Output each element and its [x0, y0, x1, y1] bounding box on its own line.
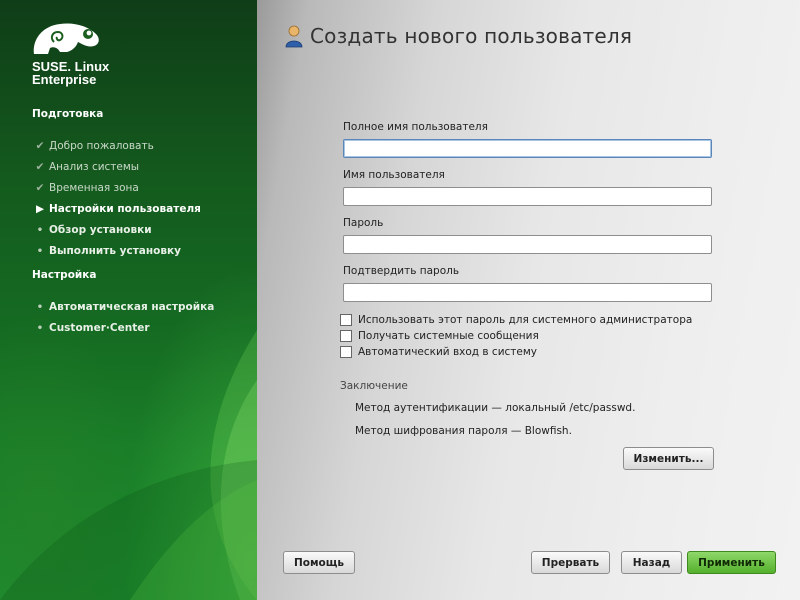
automatic-login-checkbox[interactable]: [340, 346, 352, 358]
bullet-icon: •: [36, 301, 44, 313]
summary-encryption-method: Метод шифрования пароля — Blowfish.: [355, 425, 572, 437]
checkmark-icon: ✔: [35, 140, 45, 152]
suse-chameleon-logo: [30, 18, 102, 61]
change-button[interactable]: Изменить...: [623, 447, 714, 470]
abort-button[interactable]: Прервать: [531, 551, 610, 574]
step-label: Настройки пользователя: [49, 203, 201, 215]
automatic-login-option[interactable]: Автоматический вход в систему: [340, 345, 537, 359]
step-label: Обзор установки: [49, 224, 152, 236]
step-label: Автоматическая настройка: [49, 301, 215, 313]
username-input[interactable]: [343, 187, 712, 206]
use-password-for-admin-checkbox[interactable]: [340, 314, 352, 326]
accept-button[interactable]: Применить: [687, 551, 776, 574]
page-title: Создать нового пользователя: [310, 24, 633, 48]
bullet-icon: •: [36, 224, 44, 236]
step-time-zone: ✔ Временная зона: [32, 180, 139, 196]
password-label: Пароль: [343, 217, 384, 229]
user-icon: [284, 24, 304, 51]
use-password-for-admin-label: Использовать этот пароль для системного …: [358, 314, 693, 326]
bullet-icon: •: [36, 322, 44, 334]
receive-system-mail-label: Получать системные сообщения: [358, 330, 539, 342]
brand-name: SUSE. Linux Enterprise: [32, 60, 109, 86]
automatic-login-label: Автоматический вход в систему: [358, 346, 538, 358]
section-title-configuration: Настройка: [32, 269, 97, 281]
step-label: Временная зона: [49, 182, 139, 194]
section-title-preparation: Подготовка: [32, 108, 104, 120]
step-label: Добро пожаловать: [49, 140, 154, 152]
confirm-password-input[interactable]: [343, 283, 712, 302]
step-installation-overview: • Обзор установки: [32, 222, 152, 238]
username-label: Имя пользователя: [343, 169, 445, 181]
step-perform-installation: • Выполнить установку: [32, 243, 181, 259]
password-input[interactable]: [343, 235, 712, 254]
checkmark-icon: ✔: [35, 161, 45, 173]
help-button[interactable]: Помощь: [283, 551, 355, 574]
bullet-icon: •: [36, 245, 44, 257]
step-welcome: ✔ Добро пожаловать: [32, 138, 154, 154]
receive-system-mail-checkbox[interactable]: [340, 330, 352, 342]
step-automatic-configuration: • Автоматическая настройка: [32, 299, 215, 315]
summary-auth-method: Метод аутентификации — локальный /etc/pa…: [355, 402, 636, 414]
step-customer-center: • Customer·Center: [32, 320, 150, 336]
back-button[interactable]: Назад: [621, 551, 682, 574]
step-label: Анализ системы: [49, 161, 140, 173]
step-label: Customer·Center: [49, 322, 150, 334]
use-password-for-admin-option[interactable]: Использовать этот пароль для системного …: [340, 313, 692, 327]
receive-system-mail-option[interactable]: Получать системные сообщения: [340, 329, 539, 343]
step-user-settings: ▶ Настройки пользователя: [32, 201, 201, 217]
confirm-password-label: Подтвердить пароль: [343, 265, 460, 277]
summary-title: Заключение: [340, 380, 408, 392]
sidebar: SUSE. Linux Enterprise Подготовка ✔ Добр…: [0, 0, 257, 600]
checkmark-icon: ✔: [35, 182, 45, 194]
step-system-analysis: ✔ Анализ системы: [32, 159, 140, 175]
full-name-input[interactable]: [343, 139, 712, 158]
full-name-label: Полное имя пользователя: [343, 121, 488, 133]
current-step-arrow-icon: ▶: [35, 203, 45, 215]
brand-line-2: Enterprise: [32, 72, 97, 87]
step-label: Выполнить установку: [49, 245, 181, 257]
